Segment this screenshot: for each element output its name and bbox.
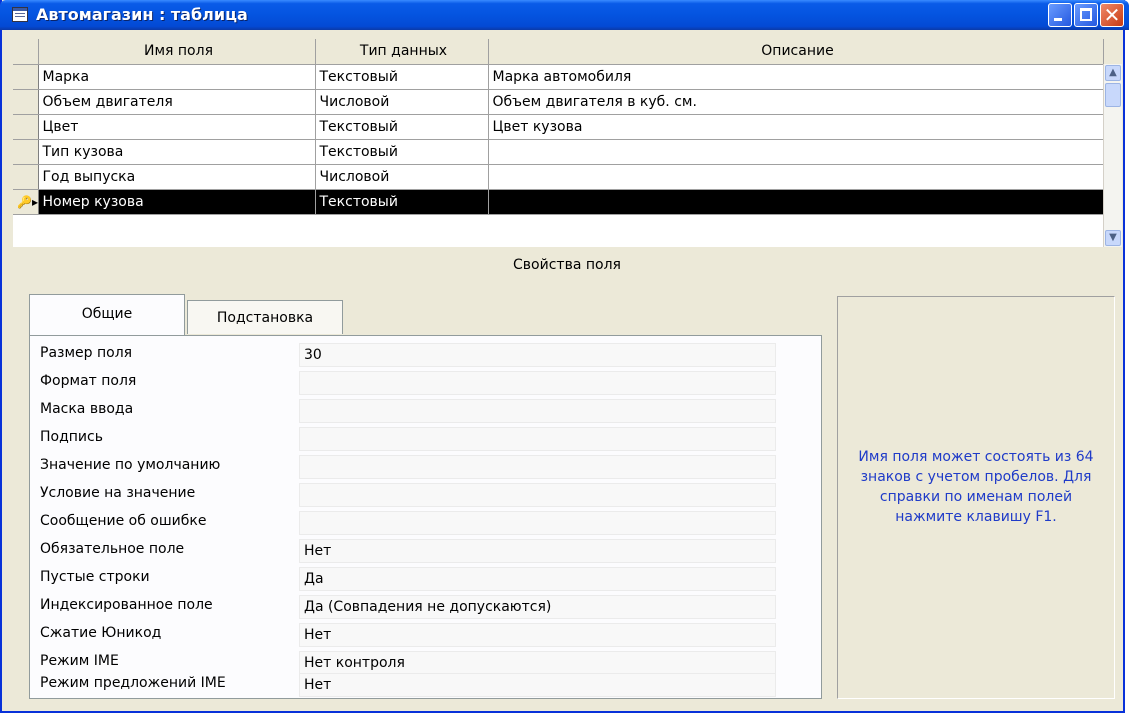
property-value-field[interactable]: Нет <box>299 539 776 563</box>
tab-lookup[interactable]: Подстановка <box>187 300 343 334</box>
table-row[interactable]: Цвет Текстовый Цвет кузова <box>13 114 1104 140</box>
property-label: Пустые строки <box>40 569 150 585</box>
grid-header-row: Имя поля Тип данных Описание <box>13 39 1104 65</box>
property-label: Обязательное поле <box>40 541 185 557</box>
scroll-thumb[interactable] <box>1105 83 1121 107</box>
key-icon: 🔑▸ <box>17 194 38 209</box>
property-value-field[interactable] <box>299 511 776 535</box>
table-row-selected[interactable]: 🔑▸ Номер кузова Текстовый <box>13 189 1104 215</box>
property-label: Индексированное поле <box>40 597 213 613</box>
description-cell[interactable] <box>488 189 1104 215</box>
property-label: Сжатие Юникод <box>40 625 162 641</box>
table-row[interactable]: Год выпуска Числовой <box>13 164 1104 190</box>
property-label: Подпись <box>40 429 103 445</box>
data-type-cell[interactable]: Текстовый <box>315 64 489 90</box>
property-value-field[interactable]: 30 <box>299 343 776 367</box>
field-name-cell[interactable]: Объем двигателя <box>38 89 316 115</box>
property-row: Сжатие Юникод Нет <box>30 621 820 649</box>
property-value-field[interactable] <box>299 399 776 423</box>
table-icon[interactable] <box>12 7 28 22</box>
description-cell[interactable] <box>488 164 1104 190</box>
maximize-button[interactable] <box>1074 3 1098 27</box>
property-label: Формат поля <box>40 373 137 389</box>
description-cell[interactable]: Марка автомобиля <box>488 64 1104 90</box>
header-selector-cell[interactable] <box>13 39 39 65</box>
property-value-field[interactable]: Нет <box>299 623 776 647</box>
data-type-cell[interactable]: Числовой <box>315 89 489 115</box>
property-label: Режим IME <box>40 653 119 669</box>
field-name-cell[interactable]: Год выпуска <box>38 164 316 190</box>
primary-key-row-selector[interactable]: 🔑▸ <box>13 189 39 215</box>
property-value-field[interactable] <box>299 371 776 395</box>
property-row: Индексированное поле Да (Совпадения не до… <box>30 593 820 621</box>
property-label: Маска ввода <box>40 401 134 417</box>
property-value-field[interactable] <box>299 483 776 507</box>
help-panel: Имя поля может состоять из 64 знаков с у… <box>837 296 1115 699</box>
field-name-cell[interactable]: Тип кузова <box>38 139 316 165</box>
table-row[interactable]: Тип кузова Текстовый <box>13 139 1104 165</box>
description-cell[interactable] <box>488 139 1104 165</box>
description-cell[interactable]: Объем двигателя в куб. см. <box>488 89 1104 115</box>
property-row: Маска ввода <box>30 397 820 425</box>
property-row: Пустые строки Да <box>30 565 820 593</box>
property-label: Размер поля <box>40 345 133 361</box>
minimize-icon <box>1054 18 1062 21</box>
row-selector[interactable] <box>13 164 39 190</box>
window-title: Автомагазин : таблица <box>36 5 248 24</box>
description-cell[interactable]: Цвет кузова <box>488 114 1104 140</box>
field-name-cell[interactable]: Марка <box>38 64 316 90</box>
tab-general[interactable]: Общие <box>29 294 185 335</box>
property-row: Значение по умолчанию <box>30 453 820 481</box>
row-selector[interactable] <box>13 89 39 115</box>
property-label: Значение по умолчанию <box>40 457 221 473</box>
table-row[interactable]: Марка Текстовый Марка автомобиля <box>13 64 1104 90</box>
property-row: Размер поля 30 <box>30 341 820 369</box>
property-value-field[interactable]: Да <box>299 567 776 591</box>
property-row: Режим предложений IME Нет <box>30 671 820 699</box>
field-grid: Имя поля Тип данных Описание Марка Текст… <box>13 39 1104 247</box>
property-row: Формат поля <box>30 369 820 397</box>
row-selector[interactable] <box>13 64 39 90</box>
general-properties-panel: Размер поля 30 Формат поля Маска ввода По… <box>29 335 822 699</box>
property-value-field[interactable] <box>299 455 776 479</box>
table-design-window: Автомагазин : таблица ✕ Имя поля Тип дан… <box>0 0 1129 713</box>
help-text: Имя поля может состоять из 64 знаков с у… <box>858 449 1094 525</box>
column-header-data-type[interactable]: Тип данных <box>315 39 489 65</box>
property-value-field[interactable]: Нет <box>299 673 776 697</box>
title-bar[interactable]: Автомагазин : таблица ✕ <box>0 0 1129 30</box>
data-type-cell[interactable]: Текстовый <box>315 114 489 140</box>
property-label: Режим предложений IME <box>40 675 226 691</box>
arrow-down-icon[interactable]: ▼ <box>1105 230 1121 246</box>
data-type-cell[interactable]: Числовой <box>315 164 489 190</box>
minimize-button[interactable] <box>1048 3 1072 27</box>
close-icon: ✕ <box>1103 3 1121 27</box>
column-header-description[interactable]: Описание <box>488 39 1104 65</box>
property-value-field[interactable]: Да (Совпадения не допускаются) <box>299 595 776 619</box>
property-label: Условие на значение <box>40 485 196 501</box>
field-name-cell[interactable]: Номер кузова <box>38 189 316 215</box>
data-type-cell[interactable]: Текстовый <box>315 139 489 165</box>
field-name-cell[interactable]: Цвет <box>38 114 316 140</box>
property-value-field[interactable] <box>299 427 776 451</box>
property-row: Условие на значение <box>30 481 820 509</box>
row-selector[interactable] <box>13 139 39 165</box>
grid-scrollbar[interactable]: ▲ ▼ <box>1103 64 1122 247</box>
field-properties-label: Свойства поля <box>513 257 621 273</box>
property-label: Сообщение об ошибке <box>40 513 207 529</box>
column-header-field-name[interactable]: Имя поля <box>38 39 316 65</box>
property-row: Подпись <box>30 425 820 453</box>
property-row: Сообщение об ошибке <box>30 509 820 537</box>
arrow-up-icon[interactable]: ▲ <box>1105 65 1121 81</box>
table-row[interactable]: Объем двигателя Числовой Объем двигателя… <box>13 89 1104 115</box>
data-type-cell[interactable]: Текстовый <box>315 189 489 215</box>
close-button[interactable]: ✕ <box>1100 3 1124 27</box>
maximize-icon <box>1080 8 1092 21</box>
property-row: Обязательное поле Нет <box>30 537 820 565</box>
row-selector[interactable] <box>13 114 39 140</box>
